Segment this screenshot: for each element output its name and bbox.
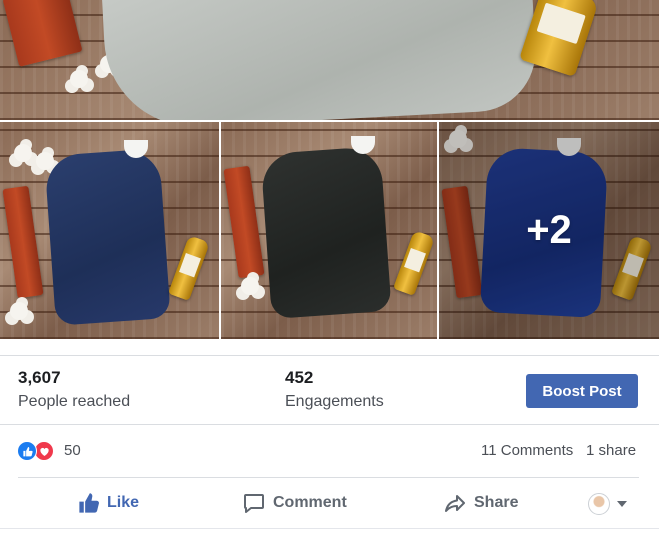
wood-sign bbox=[2, 185, 44, 299]
shares-count-link[interactable]: 1 share bbox=[586, 442, 636, 459]
post-photo-black-sweater[interactable] bbox=[221, 122, 437, 339]
black-sweater bbox=[260, 146, 392, 319]
divider bbox=[0, 528, 659, 529]
thumbs-up-icon bbox=[79, 493, 99, 513]
engagement-value: 452 bbox=[285, 368, 314, 387]
post-photo-main[interactable] bbox=[0, 0, 659, 120]
shirt-collar bbox=[351, 136, 375, 154]
flower bbox=[10, 302, 28, 320]
flower bbox=[241, 277, 259, 295]
reach-label: People reached bbox=[18, 393, 131, 410]
more-photos-count: +2 bbox=[526, 208, 572, 252]
reach-value: 3,607 bbox=[18, 368, 61, 387]
bottle bbox=[168, 235, 210, 301]
comments-count-link[interactable]: 11 Comments bbox=[481, 442, 573, 459]
share-button[interactable]: Share bbox=[443, 486, 518, 520]
navy-sweater bbox=[44, 148, 171, 326]
engagement-stat[interactable]: 452 Engagements bbox=[285, 368, 384, 411]
avatar bbox=[588, 493, 610, 515]
share-label: Share bbox=[474, 494, 519, 511]
post-photo-blue-sweater[interactable]: +2 bbox=[439, 122, 659, 339]
reaction-count[interactable]: 50 bbox=[64, 442, 81, 459]
reaction-icons[interactable] bbox=[17, 441, 61, 461]
like-icon bbox=[17, 441, 37, 461]
grey-sweater bbox=[101, 0, 539, 120]
comment-icon bbox=[244, 494, 264, 513]
reactions-summary: 50 11 Comments 1 share bbox=[0, 424, 659, 477]
wood-sign bbox=[2, 0, 83, 67]
post-insights: 3,607 People reached 452 Engagements Boo… bbox=[0, 355, 659, 424]
love-icon bbox=[34, 441, 54, 461]
comment-label: Comment bbox=[273, 494, 347, 511]
like-label: Like bbox=[107, 494, 140, 511]
caret-down-icon bbox=[617, 501, 627, 507]
reach-stat[interactable]: 3,607 People reached bbox=[18, 368, 130, 411]
more-photos-overlay[interactable]: +2 bbox=[439, 122, 659, 339]
post-photo-navy-sweater[interactable] bbox=[0, 122, 219, 339]
flower bbox=[36, 152, 54, 170]
wood-sign bbox=[223, 165, 265, 279]
post-actions: Like Comment Share bbox=[0, 478, 659, 528]
flower bbox=[70, 70, 88, 88]
bottle bbox=[393, 230, 435, 296]
boost-post-button[interactable]: Boost Post bbox=[526, 374, 638, 408]
comment-button[interactable]: Comment bbox=[242, 486, 347, 520]
engagement-label: Engagements bbox=[285, 393, 384, 410]
post-as-selector[interactable] bbox=[588, 493, 627, 515]
share-arrow-icon bbox=[445, 495, 465, 512]
like-button[interactable]: Like bbox=[78, 486, 139, 520]
flower bbox=[14, 144, 32, 162]
